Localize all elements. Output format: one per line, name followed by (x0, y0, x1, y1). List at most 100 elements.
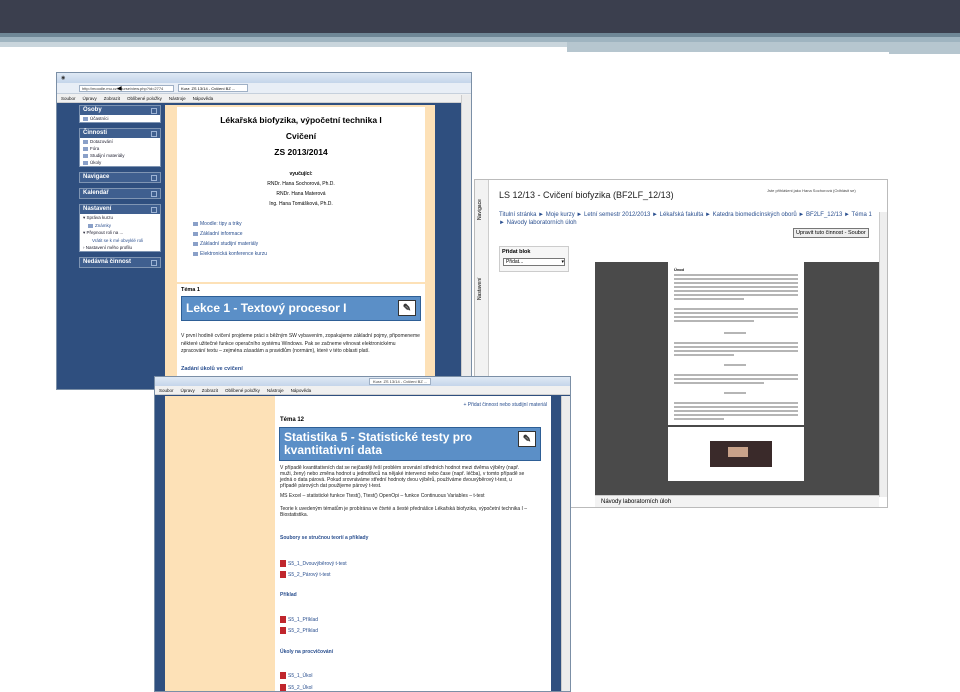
doc-footer-label: Návody laboratorních úloh (601, 499, 672, 505)
link-label: Elektronická konference kurzu (200, 251, 267, 257)
block-cinnosti: Činnosti Dotazování Fóra Studijní materi… (79, 128, 161, 167)
block-title[interactable]: Kalendář (80, 189, 160, 198)
pdf-icon (280, 684, 286, 691)
text-line (674, 312, 798, 314)
formula (724, 332, 746, 334)
browser-titlebar: Kurz: ZS 13/14 - Cvičení BZ ... (155, 377, 570, 386)
file-link[interactable]: S5_1_Příklad (280, 616, 318, 623)
menu-item-nastroje[interactable]: Nástroje (169, 96, 186, 101)
section-theory: Soubory se stručnou teorií a příklady (280, 535, 369, 541)
block-title[interactable]: Osoby (80, 106, 160, 115)
navigace-tab[interactable]: Navigace (477, 199, 483, 220)
chevron-down-icon: ▾ (561, 259, 564, 265)
menu-item-upravy[interactable]: Úpravy (181, 388, 195, 393)
browser-tab[interactable]: Kurz: ZS 13/14 - Cvičení BZ ... (369, 378, 432, 385)
nastaveni-tab[interactable]: Nastavení (477, 277, 483, 300)
sidebar: Osoby Účastníci Činnosti Dotazování Fóra … (79, 105, 161, 273)
scrollbar[interactable] (461, 95, 471, 389)
screenshot-moodle-statistics: Kurz: ZS 13/14 - Cvičení BZ ... Soubor Úp… (154, 376, 571, 692)
participants-link[interactable]: Účastníci (80, 115, 160, 122)
lesson-description: V první hodině cvičení projdeme práci s … (181, 333, 420, 354)
file-link[interactable]: S5_2_Párový t-test (280, 571, 331, 578)
login-info[interactable]: Jste přihlášeni jako Hana Sochorová (Odh… (767, 188, 856, 193)
activity-link[interactable]: Studijní materiály (80, 152, 160, 159)
menu-item-zobrazit[interactable]: Zobrazit (202, 388, 218, 393)
doc-page-2 (668, 427, 804, 481)
next-section-label[interactable]: Zadání úkolů ve cvičení (181, 366, 421, 372)
activity-link[interactable]: Dotazování (80, 138, 160, 145)
menu-item-napoveda[interactable]: Nápověda (193, 96, 214, 101)
edit-activity-button[interactable]: Upravit tuto činnost - Soubor (793, 228, 869, 238)
teacher: RNDr. Hana Materová (276, 191, 326, 197)
block-title[interactable]: Nedávná činnost (80, 258, 160, 267)
link-materials[interactable]: Základní studijní materiály (193, 241, 425, 247)
text-line (674, 342, 798, 344)
section-tasks: Úkoly na procvičování (280, 649, 334, 655)
url-field[interactable]: http://moodle.mu.cz/course/view.php?id=2… (79, 84, 174, 92)
tree-label: Nastavení mého profilu (85, 245, 133, 250)
browser-tab[interactable]: Kurz: ZS 13/14 - Cvičení BZ ... (178, 84, 248, 92)
file-link[interactable]: S5_1_Dvouvýběrový t-test (280, 560, 347, 567)
topic-label: Téma 1 (181, 287, 200, 293)
course-title: Lékařská biofyzika, výpočetní technika I (220, 115, 382, 125)
text-line (674, 294, 798, 296)
text-line (674, 316, 798, 318)
tree-item[interactable]: › Nastavení mého profilu (80, 244, 160, 251)
tree-item[interactable]: Vrátit se k mé obvyklé roli (80, 237, 160, 244)
menu-item-soubor[interactable]: Soubor (61, 96, 76, 101)
scrollbar[interactable] (879, 212, 887, 497)
text-line (674, 290, 798, 292)
slide-stripe (567, 52, 889, 55)
book-icon: ✎ (398, 300, 416, 316)
folder-icon (193, 241, 198, 246)
link-label: Základní studijní materiály (200, 241, 259, 247)
tree-item[interactable]: Známky (80, 222, 160, 229)
block-title[interactable]: Nastavení (80, 205, 160, 214)
assignment-icon (83, 160, 88, 165)
book-icon: ✎ (518, 431, 536, 447)
activity-link[interactable]: Fóra (80, 145, 160, 152)
add-activity-link[interactable]: + Přidat činnost nebo studijní materiál (463, 402, 547, 408)
block-navigace: Navigace (79, 172, 161, 183)
formula (724, 364, 746, 366)
block-title[interactable]: Činnosti (80, 129, 160, 138)
tree-item[interactable]: ▾ Správa kurzu (80, 214, 160, 222)
menu-item-oblibene[interactable]: Oblíbené položky (127, 96, 162, 101)
text-line (674, 278, 798, 280)
link-label: Moodle: tipy a triky (200, 221, 242, 227)
scrollbar[interactable] (561, 396, 570, 691)
menu-item-upravy[interactable]: Úpravy (83, 96, 97, 101)
link-label: Úkoly (90, 160, 102, 165)
text-line (674, 308, 798, 310)
activity-link[interactable]: Úkoly (80, 159, 160, 166)
back-icon[interactable]: ◀ (117, 85, 122, 92)
lesson-header: Statistika 5 - Statistické testy pro kva… (279, 427, 541, 461)
menu-item-napoveda[interactable]: Nápověda (291, 388, 312, 393)
tree-item[interactable]: ▾ Přepnout roli na ... (80, 229, 160, 237)
slide-stripe (0, 42, 567, 47)
file-link[interactable]: S5_2_Úkol (280, 684, 312, 691)
link-moodle-tips[interactable]: Moodle: tipy a triky (193, 221, 425, 227)
address-bar: ◀ http://moodle.mu.cz/course/view.php?id… (57, 83, 471, 94)
lesson-header: Lekce 1 - Textový procesor I ✎ (181, 296, 421, 321)
file-link[interactable]: S5_2_Příklad (280, 627, 318, 634)
add-block-select[interactable]: Přidat... ▾ (503, 258, 565, 266)
menu-item-soubor[interactable]: Soubor (159, 388, 174, 393)
menu-item-nastroje[interactable]: Nástroje (267, 388, 284, 393)
file-label: S5_2_Párový t-test (288, 571, 331, 578)
link-label: Základní informace (200, 231, 243, 237)
pdf-icon (280, 627, 286, 634)
text-line (674, 354, 734, 356)
file-link[interactable]: S5_1_Úkol (280, 672, 312, 679)
block-title[interactable]: Navigace (80, 173, 160, 182)
link-info[interactable]: Základní informace (193, 231, 425, 237)
forum-icon (83, 146, 88, 151)
link-conference[interactable]: Elektronická konference kurzu (193, 251, 425, 257)
menu-item-zobrazit[interactable]: Zobrazit (104, 96, 120, 101)
nastaveni-tab-label: Nastavení (477, 277, 483, 300)
course-subtitle: Cvičení (285, 131, 317, 141)
file-label: S5_2_Úkol (288, 684, 313, 691)
breadcrumb[interactable]: Titulní stránka ► Moje kurzy ► Letní sem… (499, 211, 879, 227)
menu-item-oblibene[interactable]: Oblíbené položky (225, 388, 260, 393)
grades-icon (88, 223, 93, 228)
